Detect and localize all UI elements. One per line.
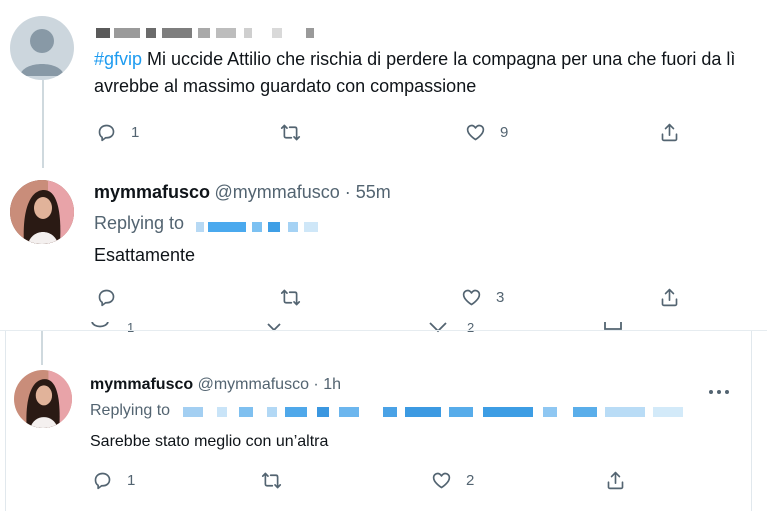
handle-timestamp[interactable]: @mymmafusco · 1h [198, 376, 341, 393]
reply-count: 1 [127, 472, 136, 489]
like-button[interactable]: 9 [465, 122, 508, 143]
svg-text:2: 2 [467, 322, 474, 335]
more-button[interactable] [707, 381, 731, 399]
default-avatar-icon [20, 29, 64, 76]
tweet-header: mymmafusco @mymmafusco · 55m [94, 182, 391, 203]
tweet-text: #gfvip Mi uccide Attilio che rischia di … [94, 49, 736, 96]
cropped-icons: 1 2 [91, 322, 622, 335]
replying-to-label: Replying to [90, 402, 171, 419]
reply-icon [94, 472, 111, 490]
censored-mention [183, 407, 688, 419]
replying-to-label: Replying to [94, 213, 185, 233]
display-name[interactable]: mymmafusco [90, 376, 193, 393]
avatar[interactable] [10, 180, 74, 244]
thread-line [41, 331, 43, 365]
censored-username [96, 28, 326, 40]
retweet-button[interactable] [280, 287, 315, 308]
reply-count: 1 [131, 124, 140, 141]
reply-button[interactable]: 1 [92, 470, 135, 491]
retweet-icon [261, 472, 282, 489]
share-icon [607, 471, 624, 490]
share-button[interactable] [659, 122, 694, 143]
tweet-text: Sarebbe stato meglio con un’altra [90, 433, 329, 450]
avatar-default[interactable] [10, 16, 74, 80]
like-icon [432, 472, 451, 489]
thread-line [42, 80, 44, 168]
cropped-action-row: 1 2 [0, 322, 767, 336]
retweet-button[interactable] [280, 122, 315, 143]
reply-icon [98, 124, 115, 142]
like-count: 3 [496, 289, 505, 306]
like-button[interactable]: 3 [461, 287, 504, 308]
tweet-text: Esattamente [94, 245, 196, 265]
hashtag-link[interactable]: #gfvip [94, 49, 142, 69]
retweet-button[interactable] [261, 470, 296, 491]
share-button[interactable] [605, 470, 640, 491]
like-count: 2 [466, 472, 475, 489]
profile-photo-icon [10, 180, 74, 244]
share-icon [661, 288, 678, 307]
tweet-card-border-left [5, 331, 6, 511]
share-icon [661, 123, 678, 142]
like-button[interactable]: 2 [431, 470, 474, 491]
replying-to: Replying to [90, 402, 170, 420]
censored-mention [196, 222, 326, 232]
like-icon [466, 124, 485, 141]
like-icon [462, 289, 481, 306]
like-count: 9 [500, 124, 509, 141]
divider [0, 330, 767, 331]
more-icon [709, 390, 713, 394]
tweet-card-border-right [751, 331, 752, 511]
display-name[interactable]: mymmafusco [94, 182, 210, 202]
reply-icon [98, 289, 115, 307]
reply-button[interactable] [96, 287, 131, 308]
svg-text:1: 1 [127, 322, 134, 335]
retweet-icon [280, 124, 301, 141]
retweet-icon [280, 289, 301, 306]
handle-timestamp[interactable]: @mymmafusco · 55m [215, 182, 391, 202]
avatar[interactable] [14, 370, 72, 428]
profile-photo-icon [14, 370, 72, 428]
share-button[interactable] [659, 287, 694, 308]
reply-button[interactable]: 1 [96, 122, 139, 143]
tweet-header: mymmafusco @mymmafusco · 1h [90, 376, 341, 394]
replying-to: Replying to [94, 213, 184, 234]
